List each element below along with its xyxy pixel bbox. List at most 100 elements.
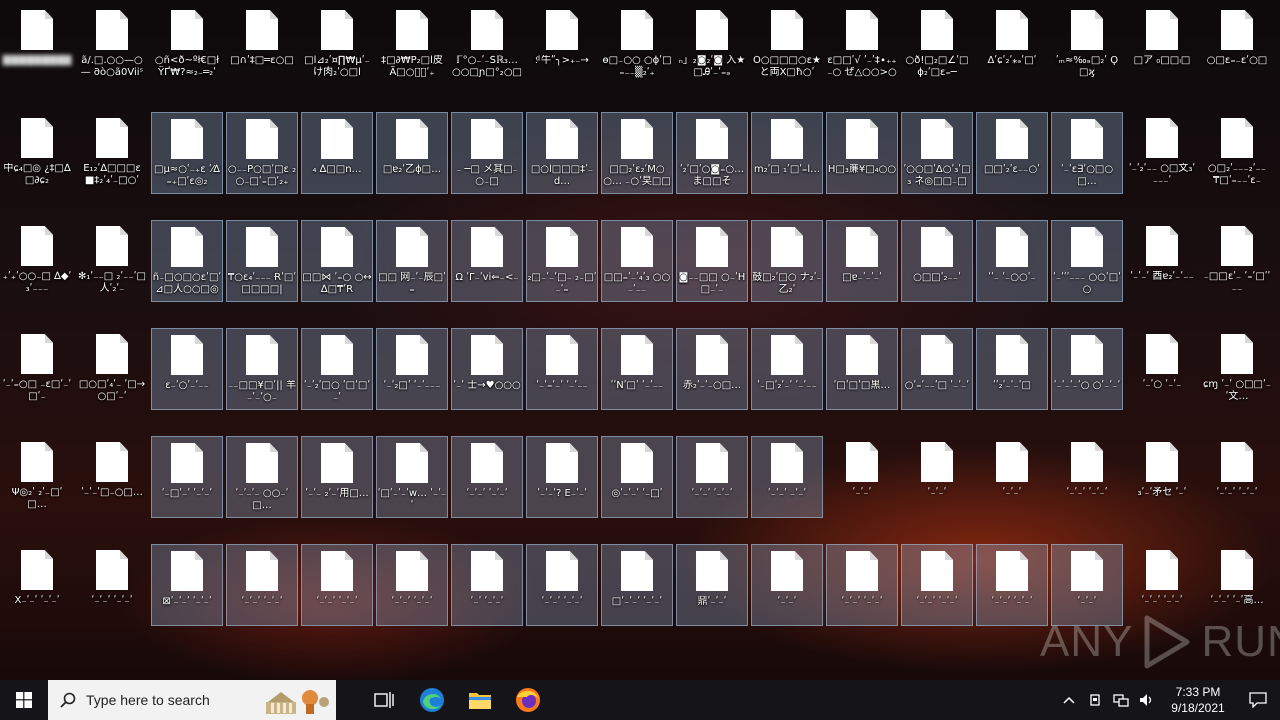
desktop-file-icon[interactable]: 赤₂ʹ₋ʹ₋○□… bbox=[676, 328, 748, 410]
desktop-file-icon[interactable]: Ω ʹΓ₋ʹvi⇐₋<₋ bbox=[451, 220, 523, 302]
desktop-file-icon[interactable]: ʹ₋ʹ ʹ₋ʹ₋ʹ bbox=[451, 544, 523, 626]
desktop-file-icon[interactable]: ○₋₋P○□ʹ□ɛ ₂○₋□ʹ₌□ʹ₂₊ bbox=[226, 112, 298, 194]
desktop-file-icon[interactable]: □l⊿₂ʹ¤∏₩µʹ₋ け肉₂ʹ○□l bbox=[301, 4, 373, 86]
desktop-file-icon[interactable]: ʹ₋ʹ₋ʹ□₋○□… bbox=[76, 436, 148, 518]
network-icon[interactable] bbox=[1108, 680, 1134, 720]
desktop-file-icon[interactable]: ʹ₋ʹ₂ʹ□○ ʹ□ʹ□ʹ₋ʹ bbox=[301, 328, 373, 410]
desktop-file-icon[interactable]: ɛ□□ʹ√ ʹ₋ʹ‡∙₊₊₋○ ぜ△○○>○<< bbox=[826, 4, 898, 86]
desktop-file-icon[interactable]: □ɐ₋ʹ₋ʹ₋ʹ bbox=[826, 220, 898, 302]
desktop-file-icon[interactable]: □□₂ʹɛ₂ʹM○○… ₋○ʹ旲□□□₂ʹ bbox=[601, 112, 673, 194]
desktop-file-icon[interactable]: ✻₁ʹ₋₋□ ₂ʹ₋₋ʹ□人ʹ₂ʹ₋ bbox=[76, 220, 148, 302]
desktop-file-icon[interactable]: ʹ₋ʹ₋ʹ ʹ₋ʹ₋ʹ bbox=[76, 544, 148, 626]
desktop-file-icon[interactable]: H□₃亷¥□₄○○ bbox=[826, 112, 898, 194]
desktop-file-icon[interactable]: ʹ₋ʹ₋ʹ₋ ○○₋ʹ□… bbox=[226, 436, 298, 518]
desktop-file-icon[interactable]: ʹ□ʹ₋ʹ₋ʹw… ʹ₋ʹ₋ʹ bbox=[376, 436, 448, 518]
desktop-file-icon[interactable]: □□⋈ ʹ₌○ ○↔∆□₸ʹR bbox=[301, 220, 373, 302]
desktop-file-icon[interactable]: ₙ」₂◙₂ʹ◙ 入★□Ꭿʹ₋ʹ₌ₔ bbox=[676, 4, 748, 86]
desktop-file-icon[interactable]: ʹ₋ʹ₋ʹ ʹ₋ʹ₋ʹ bbox=[226, 544, 298, 626]
desktop-file-icon[interactable]: ʹ₋ʹ₌ʹ₋ʹ ʹ₋ʹ₋₋ bbox=[526, 328, 598, 410]
desktop-file-icon[interactable]: Δʹɕʹ₂ʹ⁎ₔʹ□ʹ bbox=[976, 4, 1048, 86]
desktop-file-icon[interactable]: □□ʹ₂ʹɛ₋₋○ʹ bbox=[976, 112, 1048, 194]
desktop-file-icon[interactable]: ɕɱ ʹ₋ʹ ○□□ʹ₋ʹ文… bbox=[1201, 328, 1273, 410]
desktop-file-icon[interactable]: ₊ʹ₊ʹ○○₋□ ∆◆ʹ₃ʹ₋₋₋ bbox=[1, 220, 73, 302]
search-box[interactable]: Type here to search bbox=[48, 680, 336, 720]
desktop-file-icon[interactable]: ʹ₋ʹ₋ʹ? E₋ʹ₋ʹ bbox=[526, 436, 598, 518]
desktop-file-icon[interactable]: ʹʹ₂ʹ₋ʹ₋ʹ□ bbox=[976, 328, 1048, 410]
desktop-file-icon[interactable]: ○ñ<ð~ºł€□ł ΫҐ₩?≈₂₋═₂ʹ bbox=[151, 4, 223, 86]
desktop-file-icon[interactable]: □µ≈○ʹ₋₊ɛ ʹ⁄∆₌₊□ʹɛ◎₂ bbox=[151, 112, 223, 194]
desktop-file-icon[interactable]: ʹ₋□ʹ₂ʹ₋ʹ ʹ₋ʹ₋₋ bbox=[751, 328, 823, 410]
desktop-file-icon[interactable]: ʹ₋ʹ₋ʹ ʹ₋ʹ₋ʹ bbox=[826, 544, 898, 626]
desktop-file-icon[interactable]: ʹ₋ʹ₋ʹ ₋ʹ₋ʹ bbox=[751, 436, 823, 518]
desktop-file-icon[interactable]: □○□ʹ₄ʹ₋ ʹ□→○□ʹ₋ʹ bbox=[76, 328, 148, 410]
desktop-file-icon[interactable]: ʹ₋ʹ₋ʹ₋ʹ○ ○ʹ₋ʹ₋ʹ bbox=[1051, 328, 1123, 410]
desktop-file-icon[interactable]: ʹ₋ʹ₂□ʹ ʹ₋ʹ₋₋₋ bbox=[376, 328, 448, 410]
file-explorer-button[interactable] bbox=[456, 680, 504, 720]
desktop-file-icon[interactable]: ○□□ʹ₂₋₋ʹ bbox=[901, 220, 973, 302]
desktop-file-icon[interactable]: ʹ₋ʹ₋ ₂ʹ₋ʹ用□… bbox=[301, 436, 373, 518]
desktop-file-icon[interactable]: ◎ʹ₋ʹ₋ʹ ʹ₋□ʹ bbox=[601, 436, 673, 518]
desktop-file-icon[interactable]: ʹ₋ʹ○ ʹ₋ʹ₋ bbox=[1126, 328, 1198, 410]
desktop-file-icon[interactable]: ▓▓▓▓▓▓▓▓▓ bbox=[1, 4, 73, 86]
desktop-file-icon[interactable]: ñ₋□○□○ɛʹ□ʹ ⊿□人○○□◎ bbox=[151, 220, 223, 302]
desktop-file-icon[interactable]: 鼓□₂ʹ□○ ナ₂ʹ₋乙₂ʹ bbox=[751, 220, 823, 302]
desktop-file-icon[interactable]: ɵ□₋○○ ○ɸ̈ʹ□₌₋₋▒₂ʹ₊ bbox=[601, 4, 673, 86]
desktop-file-icon[interactable]: ʹ○○□ʹΔ○ʹ₃ʹ□₃ ネ◎□□₋□ bbox=[901, 112, 973, 194]
desktop-file-icon[interactable]: Õ○□□□○ɛ★ と両X□ħ○ʹ bbox=[751, 4, 823, 86]
desktop-file-icon[interactable]: ʹ₋ʹ₋ʹ ʹ₋ʹ₋ʹ bbox=[1051, 436, 1123, 518]
desktop-file-icon[interactable]: ʹ₋ʹ₋ʹ bbox=[901, 436, 973, 518]
desktop-file-icon[interactable]: ₸○ɛ₄ʹ₋₋₋ Ɍʹ□ʹ□□□□| bbox=[226, 220, 298, 302]
desktop-file-icon[interactable]: □□ 网₋ʹ₋辰□ʹ₌ bbox=[376, 220, 448, 302]
desktop-file-icon[interactable]: ʹₘ≈‰ₔ□₂ʹ Ϙ□ϗ bbox=[1051, 4, 1123, 86]
desktop-file-icon[interactable]: ₋ ─□ メ其□₋○₋□ bbox=[451, 112, 523, 194]
desktop-file-icon[interactable]: ʹ₋ʹ₋ʹ ʹ₋ʹ₋ʹ bbox=[301, 544, 373, 626]
desktop-file-icon[interactable]: ʹ₋ʹ₋ʹ bbox=[751, 544, 823, 626]
desktop-file-icon[interactable]: ɛ₋ʹ○ʹ₋ʹ₋₋ bbox=[151, 328, 223, 410]
notification-center-button[interactable] bbox=[1236, 680, 1280, 720]
desktop-file-icon[interactable]: ₃ʹ₋ʹ矛セ ʹ₋ʹ bbox=[1126, 436, 1198, 518]
desktop-file-icon[interactable]: ʹ₋ʹɛ∃ʹ○□○□… bbox=[1051, 112, 1123, 194]
desktop-file-icon[interactable]: ã/.□.○○—○— 𐐀ò○ã0Viiˢ ₔ… bbox=[76, 4, 148, 86]
desktop-file-icon[interactable]: □□₌ʹ₋ʹ₄ʹ₃ ○○₋ʹ₋₋ bbox=[601, 220, 673, 302]
desktop-file-icon[interactable]: ʹ₋ʹ₋ʹ ʹ₋ʹ₋ʹ bbox=[901, 544, 973, 626]
desktop-file-icon[interactable]: ○□ɛ₌₋ɛʹ○□ bbox=[1201, 4, 1273, 86]
desktop-file-icon[interactable]: ʹ₋ʹ₋ʹ ʹ₋ʹ₋ʹ bbox=[376, 544, 448, 626]
desktop-file-icon[interactable]: Ẋ₋ʹ₋ʹ ʹ₋ʹ₋ʹ bbox=[1, 544, 73, 626]
desktop-file-icon[interactable]: ʹʹNʹ□ʹ ʹ₋ʹ₋₋ bbox=[601, 328, 673, 410]
desktop-file-icon[interactable]: 中ɕ₄□◎ ¿‡□∆□∂ɕ₂ bbox=[1, 112, 73, 194]
desktop-file-icon[interactable]: ʹ₋ʹ₋ʹ ʹ₋ʹ₋ʹ bbox=[1201, 436, 1273, 518]
desktop-file-icon[interactable]: Ē₁₂ʹ∆□□□ɛ ■‡₂ʹ₄ʹ₋□○ʹ bbox=[76, 112, 148, 194]
desktop-file-icon[interactable]: ʹ₋ʹ₋ʹ bbox=[826, 436, 898, 518]
task-view-button[interactable] bbox=[360, 680, 408, 720]
edge-button[interactable] bbox=[408, 680, 456, 720]
desktop-file-icon[interactable]: ʹ₋ʹ₋ʹ 酉ɐ₂ʹ₋ʹ₋₋ bbox=[1126, 220, 1198, 302]
desktop-file-icon[interactable]: ⊠ʹ₋ʹ₋ʹ ʹ₋ʹ₋ʹ bbox=[151, 544, 223, 626]
desktop-file-icon[interactable]: ʹ□ʹ□ʹ□黒… bbox=[826, 328, 898, 410]
desktop-file-icon[interactable]: ʹ₋ʹ 士→♥○○○ bbox=[451, 328, 523, 410]
desktop-file-icon[interactable]: ○ʹ₌ʹ₋₋ʹ□ ʹ₋ʹ₋ʹ bbox=[901, 328, 973, 410]
desktop-file-icon[interactable]: Ψ◎₂ʹ ₂ʹ₋□ʹ□… bbox=[1, 436, 73, 518]
desktop-file-icon[interactable]: m₂ʹ□ ₁ʹ□ʹ₌l… bbox=[751, 112, 823, 194]
desktop-file-icon[interactable]: ₂□₋ʹ₋ʹ□₋ ₂₋□ʹ₋ʹ₌ bbox=[526, 220, 598, 302]
desktop-file-icon[interactable]: ʹ₋ʹ₋ʹ bbox=[976, 436, 1048, 518]
desktop-file-icon[interactable]: ₋□□ɛʹ₋ ʹ₌ʹ□ʹʹ₋₋ bbox=[1201, 220, 1273, 302]
desktop-file-icon[interactable]: :ͩ 牛ʺ╮>₊₋→ bbox=[526, 4, 598, 86]
chevron-up-icon[interactable] bbox=[1056, 680, 1082, 720]
desktop-file-icon[interactable]: ʹ₋ʹ₂ʹ₋₋ ○□文₃ʹ₋₋₋ʹ bbox=[1126, 112, 1198, 194]
desktop-file-icon[interactable]: ʹ₋ʹ₋ʹ ʹ₋ʹ₋ʹ bbox=[451, 436, 523, 518]
desktop-file-icon[interactable]: □ア ₀□□ₗ□ bbox=[1126, 4, 1198, 86]
desktop-file-icon[interactable]: ʹ₋□ʹ₋ʹ ʹ₋ʹ₋ʹ bbox=[151, 436, 223, 518]
desktop-file-icon[interactable]: □○l□□□‡ʹ₋d… bbox=[526, 112, 598, 194]
start-button[interactable] bbox=[0, 680, 48, 720]
desktop-file-icon[interactable]: ʹ₋ʹ₋ʹ ʹ₋ʹ₋ʹ bbox=[976, 544, 1048, 626]
desktop-file-icon[interactable]: ₄ ∆□□n… bbox=[301, 112, 373, 194]
desktop-file-icon[interactable]: ʹʹ₋ ʹ₋○○ʹ₋ bbox=[976, 220, 1048, 302]
desktop-file-icon[interactable]: ℾ°○₋ʹ₋Ṧℝ₃… ○○□ɲ□°₂○□ bbox=[451, 4, 523, 86]
desktop-file-icon[interactable]: □∩ʹ‡□═ɛ○□ bbox=[226, 4, 298, 86]
desktop-file-icon[interactable]: ʹ₋ʹ₌○□ ₋ɛ□ʹ₋ʹ□ʹ₋ bbox=[1, 328, 73, 410]
firefox-button[interactable] bbox=[504, 680, 552, 720]
clock[interactable]: 7:33 PM 9/18/2021 bbox=[1160, 684, 1236, 716]
desktop-file-icon[interactable]: ○ð!□₂□∠ʹ□ ɸ₂ʹ□ɛ₌─ bbox=[901, 4, 973, 86]
desktop-file-icon[interactable]: ʹ₋ʹʹʹ₋₋₋ ○○ʹ□ʹ○ bbox=[1051, 220, 1123, 302]
desktop-file-icon[interactable]: ʹ₋ʹ₋ʹ ʹ₋ʹ₋ʹ bbox=[676, 436, 748, 518]
